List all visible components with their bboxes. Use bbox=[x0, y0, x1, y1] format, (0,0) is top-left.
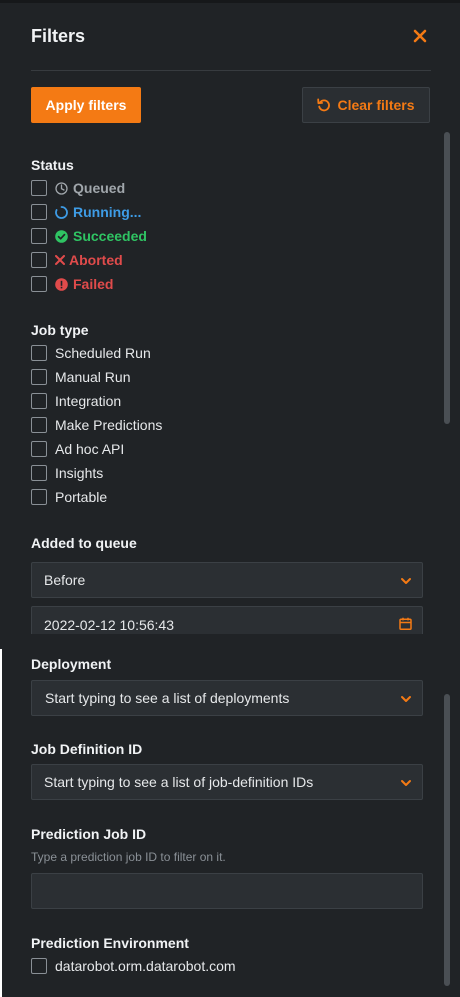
prediction-env-section-title: Prediction Environment bbox=[31, 935, 189, 951]
option-label: Integration bbox=[55, 393, 122, 409]
checkbox[interactable] bbox=[31, 204, 47, 220]
status-label: Aborted bbox=[69, 252, 123, 268]
checkbox[interactable] bbox=[31, 228, 47, 244]
job-definition-placeholder: Start typing to see a list of job-defini… bbox=[44, 774, 314, 790]
status-option-failed[interactable]: Failed bbox=[31, 275, 113, 293]
job-type-option-make-predictions[interactable]: Make Predictions bbox=[31, 416, 162, 434]
calendar-icon[interactable] bbox=[399, 617, 412, 633]
checkbox[interactable] bbox=[31, 345, 47, 361]
status-section-title: Status bbox=[31, 157, 74, 173]
panel-title: Filters bbox=[31, 26, 86, 46]
deployment-select[interactable]: Start typing to see a list of deployment… bbox=[31, 680, 423, 716]
undo-icon bbox=[317, 98, 331, 112]
checkbox[interactable] bbox=[31, 417, 47, 433]
added-to-queue-section-title: Added to queue bbox=[31, 535, 137, 551]
clear-filters-button[interactable]: Clear filters bbox=[302, 87, 430, 123]
chevron-down-icon bbox=[400, 574, 412, 590]
exclamation-circle-icon bbox=[55, 277, 68, 291]
queue-date-field[interactable]: 2022-02-12 10:56:43 bbox=[31, 606, 423, 634]
panel-header: Filters bbox=[31, 26, 430, 48]
status-label: Queued bbox=[73, 180, 126, 196]
checkbox[interactable] bbox=[31, 393, 47, 409]
status-option-succeeded[interactable]: Succeeded bbox=[31, 227, 147, 245]
job-type-option-portable[interactable]: Portable bbox=[31, 488, 107, 506]
status-label: Succeeded bbox=[73, 228, 147, 244]
checkbox[interactable] bbox=[31, 958, 47, 974]
option-label: Ad hoc API bbox=[55, 441, 125, 457]
chevron-down-icon bbox=[400, 776, 412, 792]
option-label: datarobot.orm.datarobot.com bbox=[55, 958, 236, 974]
prediction-env-option[interactable]: datarobot.orm.datarobot.com bbox=[31, 957, 236, 975]
check-circle-icon bbox=[55, 229, 68, 243]
scrollbar-thumb[interactable] bbox=[444, 132, 450, 424]
clock-icon bbox=[55, 181, 68, 195]
job-type-option-insights[interactable]: Insights bbox=[31, 464, 103, 482]
option-label: Make Predictions bbox=[55, 417, 163, 433]
status-option-aborted[interactable]: Aborted bbox=[31, 251, 123, 269]
checkbox[interactable] bbox=[31, 252, 47, 268]
scrollbar-thumb[interactable] bbox=[444, 694, 450, 986]
filters-panel: Filters Apply filters Clear filters Stat… bbox=[0, 0, 460, 997]
date-value: 2022-02-12 10:56:43 bbox=[44, 617, 174, 633]
queue-time-comparator-select[interactable]: Before bbox=[31, 562, 423, 598]
job-definition-section-title: Job Definition ID bbox=[31, 741, 143, 757]
option-label: Scheduled Run bbox=[55, 345, 151, 361]
prediction-job-hint: Type a prediction job ID to filter on it… bbox=[31, 850, 226, 864]
job-definition-select[interactable]: Start typing to see a list of job-defini… bbox=[31, 764, 423, 800]
chevron-down-icon bbox=[400, 692, 412, 708]
job-type-option-scheduled-run[interactable]: Scheduled Run bbox=[31, 344, 151, 362]
status-option-running[interactable]: Running... bbox=[31, 203, 141, 221]
job-type-option-manual-run[interactable]: Manual Run bbox=[31, 368, 131, 386]
job-type-option-ad-hoc-api[interactable]: Ad hoc API bbox=[31, 440, 124, 458]
spinner-icon bbox=[55, 205, 68, 219]
prediction-job-id-input[interactable] bbox=[31, 873, 423, 909]
apply-filters-button[interactable]: Apply filters bbox=[31, 87, 141, 123]
checkbox[interactable] bbox=[31, 489, 47, 505]
job-type-option-integration[interactable]: Integration bbox=[31, 392, 121, 410]
job-type-section-title: Job type bbox=[31, 322, 89, 338]
checkbox[interactable] bbox=[31, 369, 47, 385]
option-label: Insights bbox=[55, 465, 104, 481]
option-label: Manual Run bbox=[55, 369, 131, 385]
deployment-section-title: Deployment bbox=[31, 656, 112, 672]
close-icon[interactable] bbox=[413, 26, 427, 46]
checkbox[interactable] bbox=[31, 180, 47, 196]
left-edge bbox=[0, 649, 2, 997]
status-label: Running... bbox=[73, 204, 142, 220]
deployment-placeholder: Start typing to see a list of deployment… bbox=[45, 690, 290, 706]
top-edge bbox=[0, 0, 460, 3]
header-divider bbox=[31, 70, 431, 71]
checkbox[interactable] bbox=[31, 276, 47, 292]
checkbox[interactable] bbox=[31, 465, 47, 481]
clear-filters-label: Clear filters bbox=[337, 97, 415, 113]
checkbox[interactable] bbox=[31, 441, 47, 457]
status-option-queued[interactable]: Queued bbox=[31, 179, 125, 197]
select-value: Before bbox=[44, 572, 86, 588]
x-icon bbox=[55, 254, 65, 267]
prediction-job-section-title: Prediction Job ID bbox=[31, 826, 147, 842]
option-label: Portable bbox=[55, 489, 108, 505]
status-label: Failed bbox=[73, 276, 114, 292]
panel-gap bbox=[0, 634, 460, 649]
